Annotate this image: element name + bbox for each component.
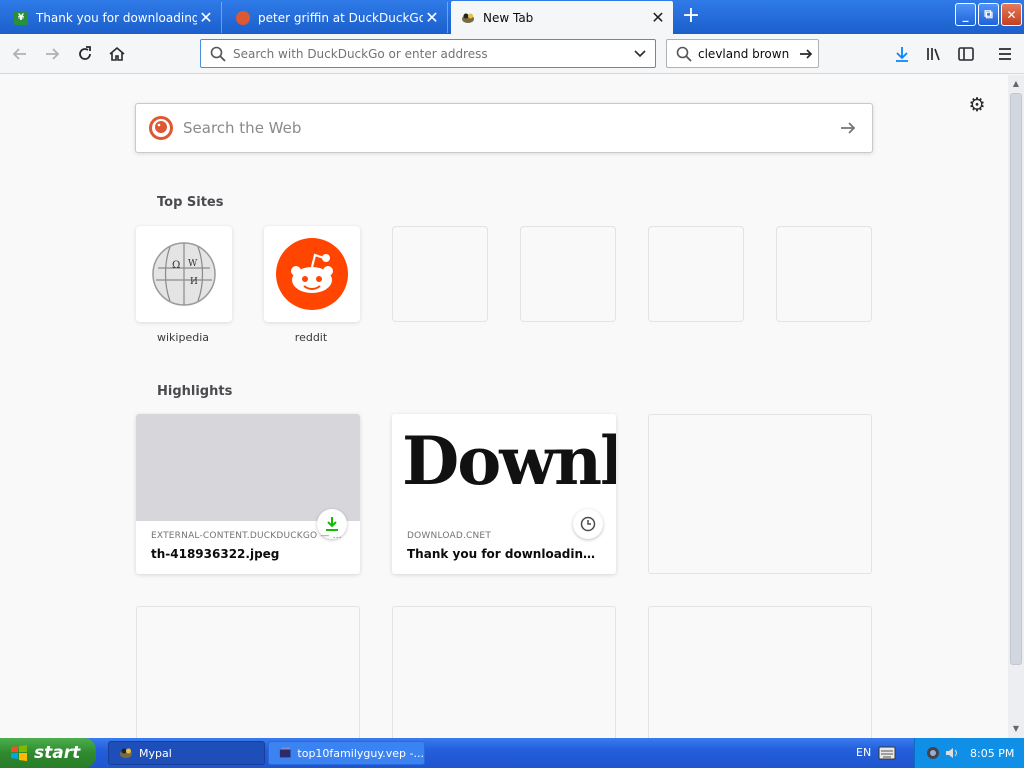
highlight-card-download[interactable]: EXTERNAL-CONTENT.DUCKDUCKGO — 2... th-41… [136, 414, 360, 574]
reload-icon [79, 46, 91, 60]
navigation-toolbar [0, 34, 1024, 74]
sidebar-icon [958, 47, 974, 61]
chevron-down-icon[interactable] [633, 47, 647, 61]
close-tab-icon[interactable]: ✕ [649, 9, 667, 27]
taskbar-item-label: Mypal [139, 746, 172, 760]
sidebar-button[interactable] [952, 40, 980, 68]
back-arrow-icon [12, 48, 26, 60]
start-label: start [34, 743, 81, 763]
taskbar-item-mypal[interactable]: Mypal [108, 741, 265, 765]
duckduckgo-favicon-icon [236, 10, 250, 25]
minimize-button[interactable]: _ [955, 3, 976, 26]
go-arrow-icon[interactable] [798, 46, 814, 62]
new-tab-button[interactable]: + [680, 5, 702, 28]
highlight-title: Thank you for downloading AVS ... [407, 547, 603, 561]
search-bar[interactable] [666, 39, 819, 68]
windows-taskbar: start Mypal top10familyguy.vep -... EN 8… [0, 738, 1024, 768]
system-tray: 8:05 PM [914, 738, 1024, 768]
scrollbar-thumb[interactable] [1010, 93, 1022, 665]
browser-favicon-icon [461, 11, 475, 25]
tab-title: New Tab [483, 10, 534, 25]
thumbnail-preview-text: Downl [402, 422, 616, 500]
top-site-empty-slot [392, 226, 488, 322]
mypal-app-icon [120, 748, 132, 758]
scroll-down-arrow-icon[interactable]: ▼ [1010, 723, 1022, 735]
taskbar-item-vep[interactable]: top10familyguy.vep -... [268, 741, 425, 765]
forward-arrow-icon [46, 48, 60, 60]
tab-title: peter griffin at DuckDuckGo [258, 10, 423, 25]
search-submit-arrow-icon[interactable] [838, 118, 858, 138]
top-site-reddit[interactable] [264, 226, 360, 322]
search-icon [210, 46, 226, 62]
language-indicator[interactable]: EN [856, 746, 871, 759]
hamburger-menu-icon [999, 48, 1011, 60]
window-close-button[interactable]: ✕ [1001, 3, 1022, 26]
top-site-empty-slot [520, 226, 616, 322]
svg-text:W: W [188, 259, 198, 269]
svg-text:И: И [190, 277, 198, 287]
web-search-input[interactable] [183, 119, 838, 137]
windows-logo-icon [11, 745, 27, 761]
highlight-empty-slot [648, 414, 872, 574]
cnet-favicon-icon: ¥ [14, 10, 28, 25]
address-bar[interactable] [200, 39, 656, 68]
taskbar-item-label: top10familyguy.vep -... [297, 746, 424, 760]
forward-button[interactable] [38, 40, 66, 68]
home-icon [109, 46, 125, 61]
library-button[interactable] [920, 40, 948, 68]
wikipedia-globe-icon: Ω W И [152, 242, 216, 306]
highlight-title: th-418936322.jpeg [151, 547, 280, 561]
web-search-box[interactable] [135, 103, 873, 153]
highlight-card-cnet[interactable]: Downl DOWNLOAD.CNET Thank you for downlo… [392, 414, 616, 574]
top-sites-heading: Top Sites [157, 195, 224, 210]
top-site-empty-slot [648, 226, 744, 322]
close-tab-icon[interactable]: ✕ [423, 9, 441, 27]
highlight-context: DOWNLOAD.CNET [407, 531, 492, 541]
keyboard-icon[interactable] [878, 746, 896, 760]
new-tab-page: ⚙ Top Sites Ω W И wikipedia reddit [0, 75, 1008, 738]
back-button[interactable] [6, 40, 34, 68]
download-icon [896, 47, 908, 62]
maximize-button[interactable]: ⧉ [978, 3, 999, 26]
tab-avs-download[interactable]: ¥ Thank you for downloading AVS Vi ✕ [4, 2, 222, 33]
scroll-up-arrow-icon[interactable]: ▲ [1010, 78, 1022, 90]
highlight-empty-slot [648, 606, 872, 738]
library-icon [927, 48, 940, 61]
clock: 8:05 PM [970, 746, 1015, 760]
duckduckgo-logo-icon [149, 116, 173, 140]
highlight-thumbnail: Downl [392, 414, 616, 521]
close-tab-icon[interactable]: ✕ [197, 9, 215, 27]
highlight-context: EXTERNAL-CONTENT.DUCKDUCKGO — 2... [151, 531, 347, 541]
tab-duckduckgo[interactable]: peter griffin at DuckDuckGo ✕ [226, 2, 448, 33]
svg-text:Ω: Ω [172, 260, 180, 271]
highlight-thumbnail [136, 414, 360, 521]
tab-strip: ¥ Thank you for downloading AVS Vi ✕ pet… [0, 0, 1024, 34]
search-icon [676, 46, 692, 62]
home-button[interactable] [103, 40, 131, 68]
vertical-scrollbar[interactable]: ▲ ▼ [1008, 75, 1024, 738]
network-status-icon[interactable] [925, 745, 941, 761]
reload-button[interactable] [71, 40, 99, 68]
downloads-button[interactable] [888, 40, 916, 68]
top-site-wikipedia[interactable]: Ω W И [136, 226, 232, 322]
highlights-heading: Highlights [157, 384, 233, 399]
top-site-label: wikipedia [156, 331, 209, 344]
volume-icon[interactable] [944, 745, 960, 761]
top-site-label: reddit [294, 331, 328, 344]
top-site-empty-slot [776, 226, 872, 322]
tab-new-tab[interactable]: New Tab ✕ [451, 1, 673, 34]
search-input[interactable] [698, 46, 794, 61]
highlight-empty-slot [392, 606, 616, 738]
reddit-alien-icon [276, 238, 348, 310]
start-button[interactable]: start [0, 738, 96, 768]
video-editor-app-icon [279, 747, 291, 758]
gear-icon[interactable]: ⚙ [966, 94, 988, 116]
highlight-empty-slot [136, 606, 360, 738]
tab-title: Thank you for downloading AVS Vi [36, 10, 197, 25]
menu-button[interactable] [991, 40, 1019, 68]
address-input[interactable] [233, 46, 625, 61]
